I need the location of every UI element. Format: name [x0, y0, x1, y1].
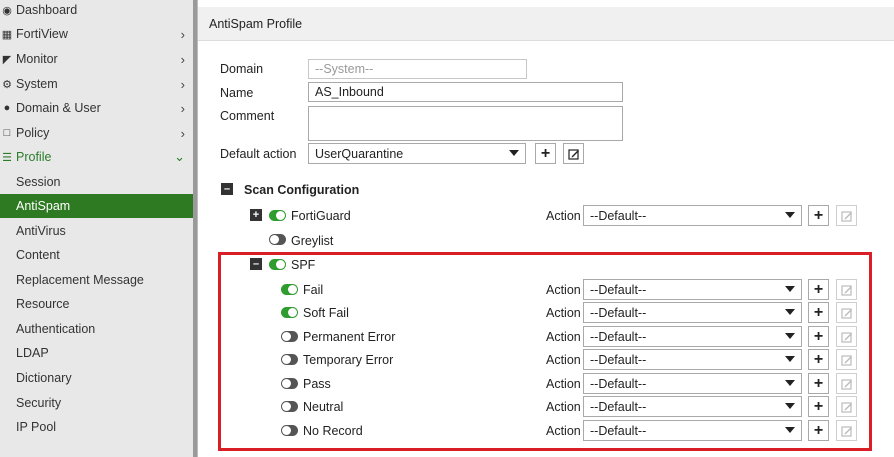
sidebar-item-replacement-message[interactable]: Replacement Message: [0, 268, 193, 292]
sidebar-item-dashboard[interactable]: ◉ Dashboard: [0, 0, 193, 22]
sidebar-item-dictionary[interactable]: Dictionary: [0, 366, 193, 390]
sidebar-item-ip-pool[interactable]: IP Pool: [0, 415, 193, 439]
comment-field[interactable]: [308, 106, 623, 141]
action-label: Action: [546, 209, 581, 223]
default-action-select[interactable]: UserQuarantine: [308, 143, 526, 164]
chevron-down-icon: [509, 150, 519, 156]
monitor-icon: ◤: [2, 53, 12, 66]
sidebar-item-monitor[interactable]: ◤ Monitor ›: [0, 47, 193, 71]
sidebar-item-profile[interactable]: ☰ Profile ⌄: [0, 145, 193, 169]
sidebar-item-policy[interactable]: □ Policy ›: [0, 121, 193, 145]
edit-icon: [567, 148, 579, 160]
dialog-title: AntiSpam Profile: [198, 7, 894, 41]
user-icon: ●: [3, 102, 11, 114]
sidebar-item-system[interactable]: ⚙ System ›: [0, 72, 193, 96]
sidebar-item-authentication[interactable]: Authentication: [0, 317, 193, 341]
fortiguard-action-select[interactable]: --Default--: [583, 205, 802, 226]
sidebar-item-resource[interactable]: Resource: [0, 292, 193, 316]
sidebar-item-ldap[interactable]: LDAP: [0, 341, 193, 365]
name-field[interactable]: AS_Inbound: [308, 82, 623, 102]
comment-label: Comment: [220, 109, 275, 123]
chevron-down-icon: [785, 212, 795, 218]
sidebar-item-fortiview[interactable]: ▦ FortiView ›: [0, 22, 193, 46]
edit-default-action-button[interactable]: [563, 143, 584, 164]
chart-icon: ▦: [1, 28, 13, 41]
gear-icon: ⚙: [2, 78, 12, 91]
chevron-right-icon: ›: [180, 51, 185, 67]
add-button[interactable]: +: [808, 205, 829, 226]
domain-field: --System--: [308, 59, 527, 79]
sidebar-item-content[interactable]: Content: [0, 243, 193, 267]
expand-icon[interactable]: +: [250, 209, 262, 221]
edit-icon: [840, 210, 852, 222]
chevron-right-icon: ›: [180, 125, 185, 141]
scan-configuration-heading: Scan Configuration: [244, 183, 360, 197]
default-action-label: Default action: [220, 147, 297, 161]
chevron-right-icon: ›: [180, 26, 185, 42]
sidebar-item-antivirus[interactable]: AntiVirus: [0, 219, 193, 243]
sidebar-item-domain-user[interactable]: ● Domain & User ›: [0, 96, 193, 120]
list-icon: ☰: [2, 151, 12, 164]
edit-button[interactable]: [836, 205, 857, 226]
name-label: Name: [220, 86, 254, 100]
greylist-toggle[interactable]: [269, 234, 286, 245]
domain-label: Domain: [220, 62, 264, 76]
greylist-label: Greylist: [291, 234, 334, 248]
fortiguard-toggle[interactable]: [269, 210, 286, 221]
sidebar-item-security[interactable]: Security: [0, 391, 193, 415]
add-default-action-button[interactable]: +: [535, 143, 556, 164]
dashboard-icon: ◉: [2, 4, 12, 17]
sidebar-item-antispam[interactable]: AntiSpam: [0, 194, 193, 218]
document-icon: □: [3, 127, 11, 139]
sidebar: ◉ Dashboard ▦ FortiView › ◤ Monitor › ⚙ System…: [0, 0, 193, 457]
highlight-box: [218, 252, 872, 451]
sidebar-item-session[interactable]: Session: [0, 170, 193, 194]
chevron-down-icon: ⌄: [174, 149, 185, 164]
chevron-right-icon: ›: [180, 100, 185, 116]
fortiguard-label: FortiGuard: [291, 209, 351, 223]
chevron-right-icon: ›: [180, 76, 185, 92]
collapse-icon[interactable]: –: [221, 183, 233, 195]
